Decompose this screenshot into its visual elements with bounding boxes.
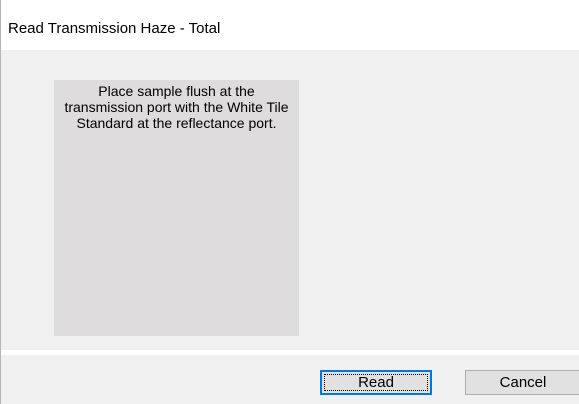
read-button[interactable]: Read xyxy=(320,370,432,395)
title-bar: Read Transmission Haze - Total xyxy=(1,0,579,50)
cancel-button[interactable]: Cancel xyxy=(465,370,579,395)
cancel-button-label: Cancel xyxy=(499,374,547,391)
read-button-label: Read xyxy=(358,374,394,391)
read-haze-dialog: Read Transmission Haze - Total Place sam… xyxy=(0,0,579,404)
window-title: Read Transmission Haze - Total xyxy=(8,20,221,37)
instruction-text: Place sample flush at the transmission p… xyxy=(64,83,289,131)
instruction-panel: Place sample flush at the transmission p… xyxy=(54,80,299,336)
